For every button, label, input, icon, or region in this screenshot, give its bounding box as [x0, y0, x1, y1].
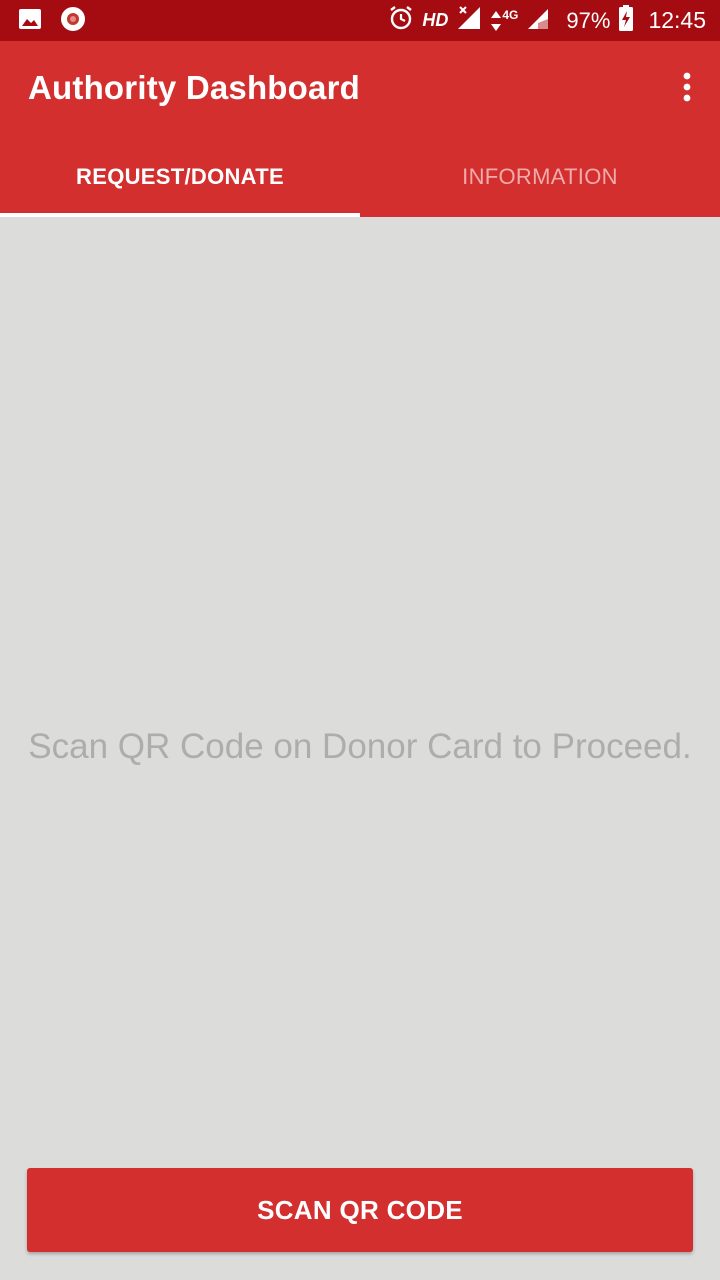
page-title: Authority Dashboard	[28, 69, 360, 106]
status-bar-left-icons	[18, 6, 86, 37]
record-icon	[60, 6, 86, 37]
tab-request-donate[interactable]: REQUEST/DONATE	[0, 137, 360, 217]
network-type-label: 4G	[502, 7, 519, 22]
battery-text: 97%	[566, 7, 611, 33]
clock: 12:45	[648, 7, 706, 33]
hd-label: HD	[422, 10, 449, 30]
scan-qr-code-button[interactable]: SCAN QR CODE	[27, 1168, 693, 1252]
data-arrows-icon: 4G	[490, 7, 519, 33]
status-bar: HD 4G 97% 12:45	[0, 0, 720, 41]
signal-icon	[456, 5, 482, 37]
main-content: Scan QR Code on Donor Card to Proceed. S…	[0, 217, 720, 1280]
tab-label: INFORMATION	[462, 164, 618, 189]
more-vert-icon[interactable]	[680, 71, 694, 103]
instruction-message: Scan QR Code on Donor Card to Proceed.	[28, 727, 692, 766]
app-bar: Authority Dashboard REQUEST/DONATE INFOR…	[0, 41, 720, 217]
alarm-icon	[388, 5, 414, 37]
scan-button-label: SCAN QR CODE	[257, 1194, 463, 1225]
tab-information[interactable]: INFORMATION	[360, 137, 720, 217]
status-bar-right: HD 4G 97% 12:45	[388, 0, 706, 41]
battery-charging-icon	[618, 4, 634, 38]
image-icon	[18, 7, 42, 36]
tab-label: REQUEST/DONATE	[76, 164, 284, 189]
signal-icon	[526, 5, 550, 37]
tab-bar: REQUEST/DONATE INFORMATION	[0, 137, 720, 217]
